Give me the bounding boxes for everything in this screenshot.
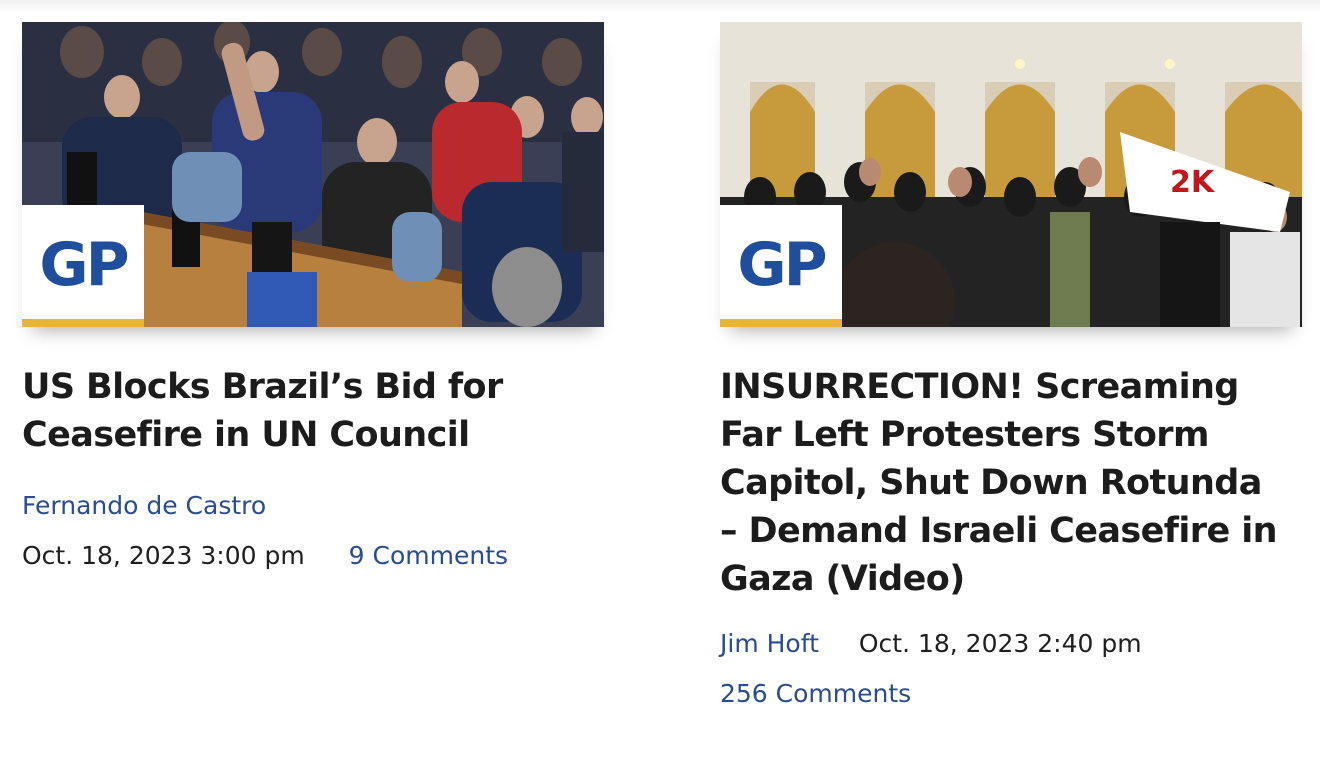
gp-logo-text: GP xyxy=(39,230,129,300)
article-card: 2K GP INSURRECTION! Screaming Far Left P… xyxy=(720,22,1302,719)
article-date: Oct. 18, 2023 2:40 pm xyxy=(858,629,1142,658)
article-title[interactable]: INSURRECTION! Screaming Far Left Protest… xyxy=(720,363,1280,603)
gp-logo-badge: GP xyxy=(720,205,842,327)
svg-text:2K: 2K xyxy=(1170,165,1216,200)
article-author-link[interactable]: Jim Hoft xyxy=(720,629,819,658)
article-author-link[interactable]: Fernando de Castro xyxy=(22,491,266,520)
gp-logo-badge: GP xyxy=(22,205,144,327)
article-comments-link[interactable]: 256 Comments xyxy=(720,679,911,708)
article-comments-link[interactable]: 9 Comments xyxy=(349,541,508,570)
article-title[interactable]: US Blocks Brazil’s Bid for Ceasefire in … xyxy=(22,363,582,459)
top-shadow-bar xyxy=(0,0,1320,14)
gp-logo-text: GP xyxy=(737,230,827,300)
article-thumbnail[interactable]: GP xyxy=(22,22,604,327)
article-card: GP US Blocks Brazil’s Bid for Ceasefire … xyxy=(22,22,604,581)
article-thumbnail[interactable]: 2K GP xyxy=(720,22,1302,327)
article-date: Oct. 18, 2023 3:00 pm xyxy=(22,541,305,570)
